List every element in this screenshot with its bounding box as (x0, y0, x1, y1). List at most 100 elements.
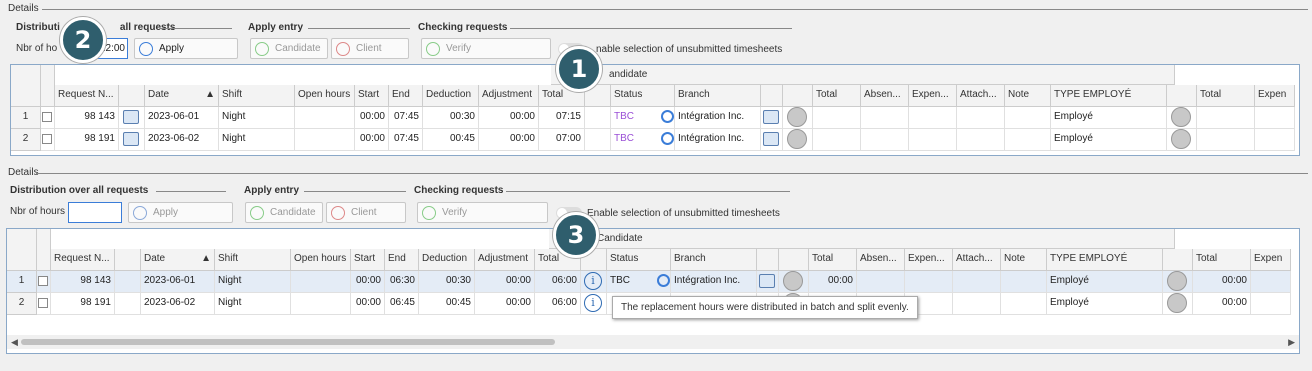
apply-entry-group-title-2: Apply entry (244, 185, 406, 196)
cell-shift: Night (215, 293, 291, 315)
info-icon[interactable]: i (584, 294, 602, 312)
row-select-cell[interactable] (41, 107, 55, 129)
col-header-end[interactable]: End (389, 85, 423, 107)
col-header-total-2[interactable]: Total (809, 249, 857, 271)
col-header-icon1[interactable] (119, 85, 145, 107)
col-header-status[interactable]: Status (611, 85, 675, 107)
apply-button[interactable]: Apply (134, 38, 238, 59)
col-header-status[interactable]: Status (607, 249, 671, 271)
col-header-start[interactable]: Start (355, 85, 389, 107)
cell-info (585, 107, 611, 129)
col-header-branch-icon[interactable] (761, 85, 783, 107)
col-header-open-hours[interactable]: Open hours (291, 249, 351, 271)
apply-button-2[interactable]: Apply (128, 202, 233, 223)
status-circle-icon[interactable] (783, 271, 803, 291)
sort-asc-icon[interactable]: ▲ (201, 253, 211, 264)
col-header-circle-2[interactable] (1163, 249, 1193, 271)
candidate-button[interactable]: Candidate (250, 38, 328, 59)
search-icon[interactable] (661, 110, 674, 123)
col-header-request-no[interactable]: Request N... (51, 249, 115, 271)
col-header-branch[interactable]: Branch (675, 85, 761, 107)
col-header-start[interactable]: Start (351, 249, 385, 271)
col-header-circle[interactable] (783, 85, 813, 107)
col-header-type-employe[interactable]: TYPE EMPLOYÉ (1047, 249, 1163, 271)
col-header-total-3[interactable]: Total (1197, 85, 1255, 107)
col-header-date[interactable]: Date ▲ (141, 249, 215, 271)
row-checkbox[interactable] (38, 298, 48, 308)
client-button-2[interactable]: Client (326, 202, 406, 223)
col-header-absence[interactable]: Absen... (861, 85, 909, 107)
check-icon (422, 205, 436, 220)
col-header-deduction[interactable]: Deduction (419, 249, 475, 271)
col-header-open-hours[interactable]: Open hours (295, 85, 355, 107)
col-header-expense-2[interactable]: Expen (1251, 249, 1291, 271)
col-header-type-employe[interactable]: TYPE EMPLOYÉ (1051, 85, 1167, 107)
col-header-branch[interactable]: Branch (671, 249, 757, 271)
col-header-adjustment[interactable]: Adjustment (479, 85, 539, 107)
cell-open-hours (291, 293, 351, 315)
col-header-absence[interactable]: Absen... (857, 249, 905, 271)
col-header-expense[interactable]: Expen... (905, 249, 953, 271)
info-icon[interactable]: i (584, 272, 602, 290)
verify-button[interactable]: Verify (421, 38, 551, 59)
col-header-attach[interactable]: Attach... (953, 249, 1001, 271)
row-checkbox[interactable] (42, 134, 52, 144)
col-header-deduction[interactable]: Deduction (423, 85, 479, 107)
col-header-adjustment[interactable]: Adjustment (475, 249, 535, 271)
horizontal-scrollbar[interactable]: ◀ ▶ (7, 335, 1299, 349)
col-header-icon1[interactable] (115, 249, 141, 271)
col-header-end[interactable]: End (385, 249, 419, 271)
scroll-left-icon[interactable]: ◀ (11, 337, 18, 348)
status-circle-icon[interactable] (1171, 129, 1191, 149)
status-circle-icon[interactable] (1167, 293, 1187, 313)
col-header-circle-2[interactable] (1167, 85, 1197, 107)
col-header-shift[interactable]: Shift (215, 249, 291, 271)
col-header-attach[interactable]: Attach... (957, 85, 1005, 107)
calendar-icon[interactable] (123, 132, 139, 146)
col-header-circle[interactable] (779, 249, 809, 271)
col-header-note[interactable]: Note (1001, 249, 1047, 271)
row-checkbox[interactable] (38, 276, 48, 286)
col-header-shift[interactable]: Shift (219, 85, 295, 107)
cell-open-hours (295, 129, 355, 151)
candidate-button-2[interactable]: Candidate (245, 202, 323, 223)
status-circle-icon[interactable] (787, 129, 807, 149)
row-checkbox[interactable] (42, 112, 52, 122)
row-select-cell[interactable] (37, 271, 51, 293)
scroll-right-icon[interactable]: ▶ (1288, 337, 1295, 348)
cell-total-3: 00:00 (1193, 293, 1251, 315)
cell-deduction: 00:30 (419, 271, 475, 293)
col-header-expense-2[interactable]: Expen (1255, 85, 1295, 107)
col-header-note[interactable]: Note (1005, 85, 1051, 107)
distribution-group-title-2: Distribution over all requests (10, 185, 226, 196)
client-button[interactable]: Client (331, 38, 409, 59)
branch-details-icon[interactable] (763, 110, 779, 124)
status-circle-icon[interactable] (787, 107, 807, 127)
status-circle-icon[interactable] (1167, 271, 1187, 291)
search-icon[interactable] (657, 274, 670, 287)
cell-start: 00:00 (355, 129, 389, 151)
nbr-hours-input-2[interactable] (68, 202, 122, 223)
cell-info (585, 129, 611, 151)
col-header-branch-icon[interactable] (757, 249, 779, 271)
cell-adjustment: 00:00 (479, 107, 539, 129)
verify-button-2[interactable]: Verify (417, 202, 548, 223)
col-header-total-3[interactable]: Total (1193, 249, 1251, 271)
col-header-expense[interactable]: Expen... (909, 85, 957, 107)
callout-badge-1: 1 (556, 46, 602, 92)
scroll-thumb[interactable] (21, 339, 555, 345)
sort-asc-icon[interactable]: ▲ (205, 89, 215, 100)
col-header-request-no[interactable]: Request N... (55, 85, 119, 107)
cell-absence (861, 107, 909, 129)
calendar-icon[interactable] (123, 110, 139, 124)
row-select-cell[interactable] (37, 293, 51, 315)
search-icon[interactable] (661, 132, 674, 145)
col-header-total-2[interactable]: Total (813, 85, 861, 107)
branch-details-icon[interactable] (759, 274, 775, 288)
cell-icon1[interactable] (119, 129, 145, 151)
col-header-date[interactable]: Date ▲ (145, 85, 219, 107)
row-select-cell[interactable] (41, 129, 55, 151)
cell-icon1[interactable] (119, 107, 145, 129)
branch-details-icon[interactable] (763, 132, 779, 146)
status-circle-icon[interactable] (1171, 107, 1191, 127)
